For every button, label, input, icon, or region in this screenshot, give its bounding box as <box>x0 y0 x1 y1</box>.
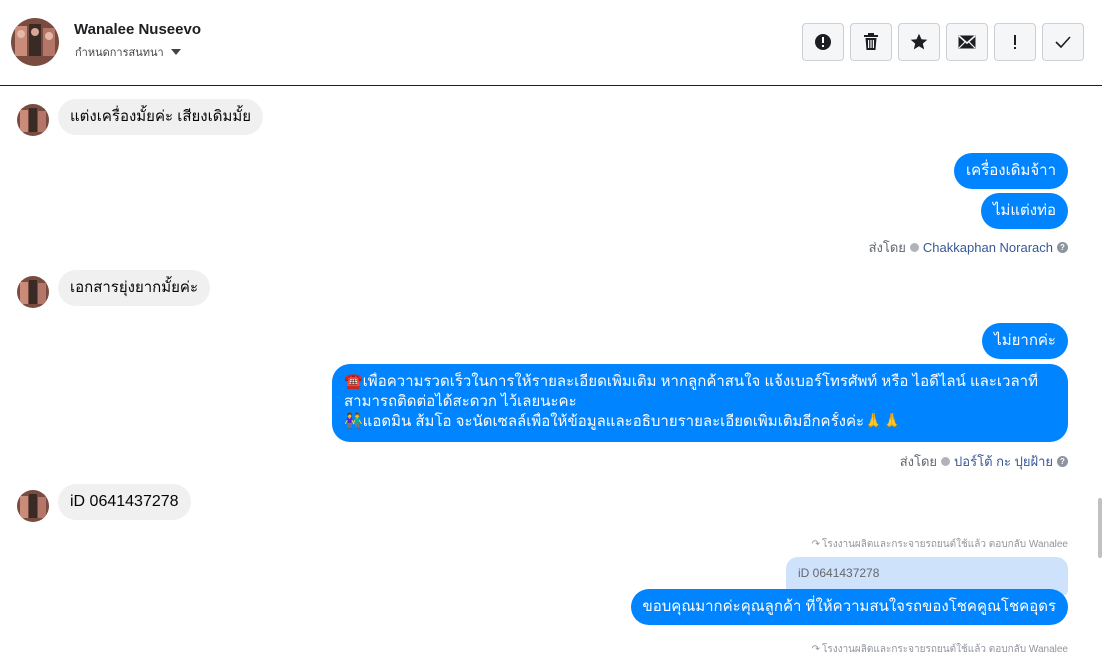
help-icon[interactable]: ? <box>1057 456 1068 467</box>
outgoing-message[interactable]: ขอบคุณมากค่ะคุณลูกค้า ที่ให้ความสนใจรถขอ… <box>630 589 1068 625</box>
contact-avatar-small <box>17 104 49 136</box>
assign-label: กำหนดการสนทนา <box>75 47 164 59</box>
caret-down-icon <box>170 49 181 55</box>
contact-name[interactable]: Wanalee Nuseevo <box>74 21 201 38</box>
sent-by-label: ส่งโดย <box>899 454 938 469</box>
sent-by-meta: ส่งโดย Chakkaphan Norarach ? <box>869 237 1068 258</box>
incoming-message[interactable]: เอกสารยุ่งยากมั้ยค่ะ <box>58 270 211 306</box>
reply-context: ↷ โรงงานผลิตและกระจายรถยนต์ใช้แล้ว ตอบกล… <box>812 537 1068 552</box>
reply-arrow-icon: ↷ <box>811 644 820 655</box>
verified-icon <box>941 457 951 466</box>
checkmark-icon <box>1055 36 1071 48</box>
contact-avatar-small <box>17 276 49 308</box>
agent-name-link[interactable]: Chakkaphan Norarach <box>923 240 1053 255</box>
star-button[interactable] <box>898 23 940 61</box>
reply-context-text: โรงงานผลิตและกระจายรถยนต์ใช้แล้ว ตอบกลับ… <box>821 539 1068 550</box>
sent-by-label: ส่งโดย <box>868 240 906 255</box>
agent-name-link[interactable]: ปอร์โต้ กะ ปุยฝ้าย <box>954 451 1053 472</box>
message-line: ☎️เพื่อความรวดเร็วในการให้รายละเอียดเพิ่… <box>344 373 1038 390</box>
incoming-message[interactable]: iD 0641437278 <box>58 484 191 520</box>
envelope-icon <box>958 35 976 49</box>
follow-up-button[interactable] <box>994 23 1036 61</box>
verified-icon <box>909 243 919 252</box>
thread-scrollbar[interactable] <box>1098 498 1102 558</box>
mark-done-button[interactable] <box>1042 23 1084 61</box>
mark-unread-button[interactable] <box>946 23 988 61</box>
outgoing-message-long[interactable]: ☎️เพื่อความรวดเร็วในการให้รายละเอียดเพิ่… <box>332 364 1068 442</box>
spam-button[interactable] <box>802 23 844 61</box>
help-icon[interactable]: ? <box>1057 242 1068 253</box>
alert-circle-icon <box>815 34 831 50</box>
sent-by-meta: ส่งโดย ปอร์โต้ กะ ปุยฝ้าย ? <box>900 451 1068 472</box>
reply-context-text: โรงงานผลิตและกระจายรถยนต์ใช้แล้ว ตอบกลับ… <box>821 644 1068 655</box>
message-line: 👫แอดมิน ส้มโอ จะนัดเซลล์เพื่อให้ข้อมูลแล… <box>344 413 902 430</box>
trash-icon <box>864 33 878 50</box>
contact-avatar[interactable] <box>11 18 59 66</box>
message-line: สามารถติดต่อได้สะดวก ไว้เลยนะคะ <box>344 393 577 410</box>
outgoing-message[interactable]: ไม่ยากค่ะ <box>982 323 1068 359</box>
conversation-toolbar <box>802 23 1084 61</box>
delete-button[interactable] <box>850 23 892 61</box>
incoming-message[interactable]: แต่งเครื่องมั้ยค่ะ เสียงเดิมมั้ย <box>58 99 264 135</box>
exclamation-icon <box>1014 35 1016 49</box>
contact-avatar-small <box>17 490 49 522</box>
star-icon <box>910 33 928 50</box>
reply-context: ↷ โรงงานผลิตและกระจายรถยนต์ใช้แล้ว ตอบกล… <box>812 642 1068 655</box>
assign-conversation-dropdown[interactable]: กำหนดการสนทนา <box>75 43 181 61</box>
reply-arrow-icon: ↷ <box>811 539 820 550</box>
conversation-header: Wanalee Nuseevo กำหนดการสนทนา <box>0 0 1102 86</box>
outgoing-message[interactable]: เครื่องเดิมจ้าา <box>954 153 1068 189</box>
outgoing-message[interactable]: ไม่แต่งท่อ <box>980 193 1068 229</box>
